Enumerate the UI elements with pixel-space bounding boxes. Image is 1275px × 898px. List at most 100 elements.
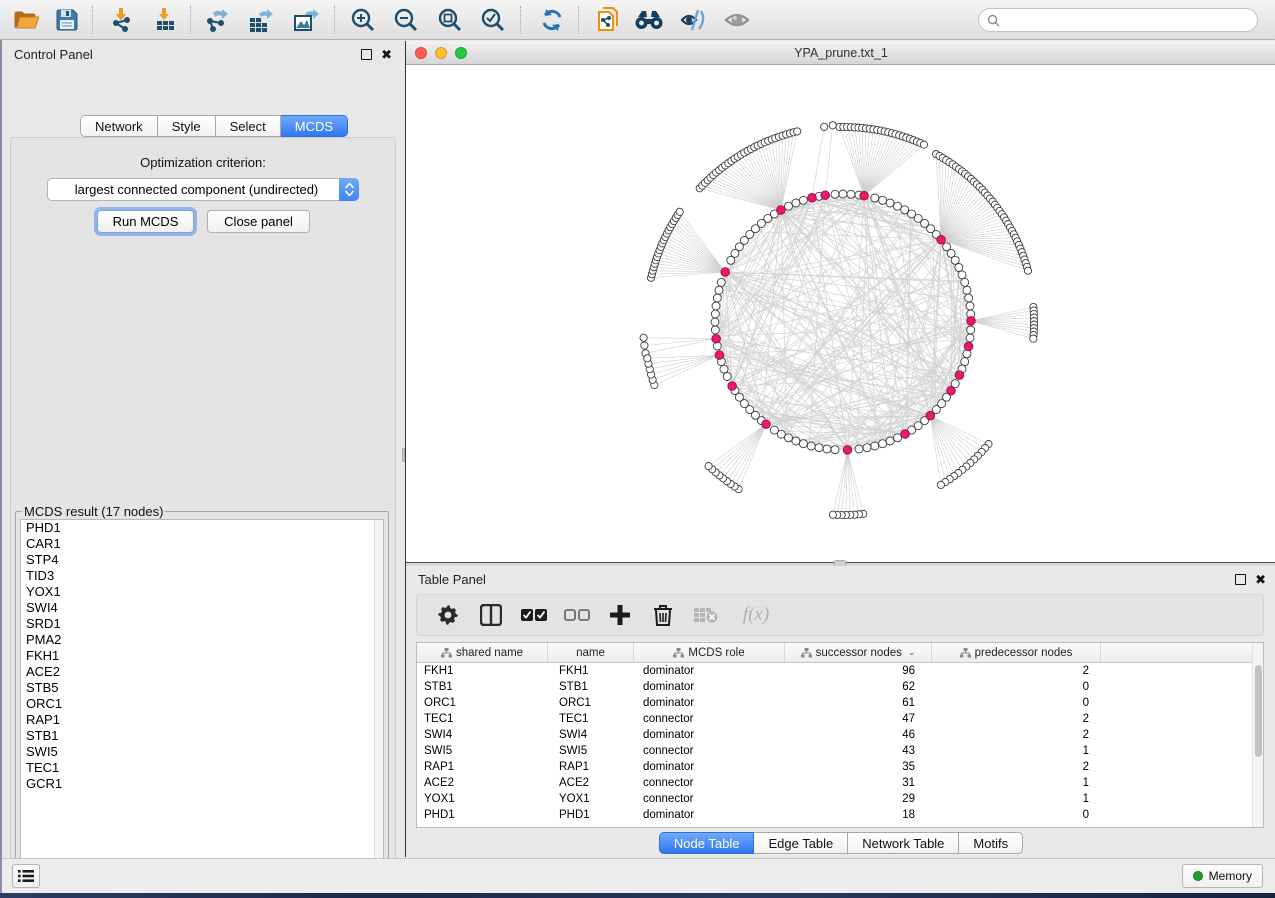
- mcds-result-item[interactable]: STP4: [21, 552, 383, 568]
- mcds-result-item[interactable]: SWI4: [21, 600, 383, 616]
- column-header-successor-nodes[interactable]: successor nodes⌄: [785, 643, 932, 662]
- binoculars-icon[interactable]: [634, 6, 664, 34]
- mcds-result-item[interactable]: GCR1: [21, 776, 383, 792]
- table-row[interactable]: FKH1FKH1dominator962: [417, 663, 1263, 679]
- memory-button[interactable]: Memory: [1182, 864, 1263, 888]
- mcds-result-item[interactable]: SWI5: [21, 744, 383, 760]
- mcds-list-scrollbar[interactable]: [374, 520, 383, 870]
- mcds-result-item[interactable]: YOX1: [21, 584, 383, 600]
- mcds-result-item[interactable]: PHD1: [21, 520, 383, 536]
- import-network-icon[interactable]: [107, 6, 137, 34]
- zoom-out-icon[interactable]: [391, 6, 421, 34]
- table-cell: SWI4: [417, 729, 548, 741]
- table-cell: dominator: [634, 761, 785, 773]
- column-header-name[interactable]: name: [548, 643, 634, 662]
- zoom-fit-icon[interactable]: [435, 6, 465, 34]
- save-icon[interactable]: [52, 6, 82, 34]
- function-icon: f(x): [736, 602, 776, 628]
- tab-network-table[interactable]: Network Table: [848, 832, 959, 854]
- table-cell: YOX1: [417, 793, 548, 805]
- close-panel-icon[interactable]: ✖: [381, 48, 392, 61]
- zoom-in-icon[interactable]: [348, 6, 378, 34]
- table-row[interactable]: STB1STB1dominator620: [417, 679, 1263, 695]
- mcds-result-item[interactable]: CAR1: [21, 536, 383, 552]
- mcds-tab-content: Optimization criterion: largest connecte…: [10, 137, 396, 895]
- table-cell: dominator: [634, 809, 785, 821]
- mcds-result-item[interactable]: STB1: [21, 728, 383, 744]
- show-eye-icon[interactable]: [722, 6, 752, 34]
- import-table-icon[interactable]: [150, 6, 180, 34]
- mcds-result-item[interactable]: RAP1: [21, 712, 383, 728]
- mcds-result-title: MCDS result (17 nodes): [22, 504, 165, 519]
- node-table-header: shared namenameMCDS rolesuccessor nodes⌄…: [417, 643, 1263, 663]
- network-canvas[interactable]: [406, 65, 1275, 562]
- close-panel-button[interactable]: Close panel: [207, 210, 310, 233]
- gear-icon[interactable]: [435, 602, 461, 628]
- table-cell: 96: [785, 665, 932, 677]
- tab-select[interactable]: Select: [216, 115, 281, 137]
- export-image-icon[interactable]: [291, 6, 321, 34]
- optimization-criterion-select[interactable]: largest connected component (undirected): [47, 178, 359, 201]
- open-folder-icon[interactable]: [11, 6, 41, 34]
- mcds-result-item[interactable]: ORC1: [21, 696, 383, 712]
- optimization-criterion-label: Optimization criterion:: [11, 155, 395, 170]
- close-table-panel-icon[interactable]: ✖: [1255, 573, 1266, 586]
- column-header-predecessor-nodes[interactable]: predecessor nodes: [932, 643, 1101, 662]
- delete-icon[interactable]: [650, 602, 676, 628]
- split-columns-icon[interactable]: [478, 602, 504, 628]
- table-row[interactable]: YOX1YOX1connector291: [417, 791, 1263, 807]
- mcds-result-item[interactable]: ACE2: [21, 664, 383, 680]
- memory-status-icon: [1193, 871, 1203, 881]
- table-cell: 43: [785, 745, 932, 757]
- select-all-icon[interactable]: [521, 602, 547, 628]
- hide-eye-icon[interactable]: [678, 6, 708, 34]
- search-input[interactable]: [978, 8, 1258, 32]
- table-row[interactable]: PHD1PHD1dominator180: [417, 807, 1263, 823]
- network-file-icon[interactable]: [594, 6, 624, 34]
- network-window: YPA_prune.txt_1: [406, 41, 1275, 563]
- mcds-result-item[interactable]: STB5: [21, 680, 383, 696]
- deselect-all-icon[interactable]: [564, 602, 590, 628]
- mcds-result-item[interactable]: PMA2: [21, 632, 383, 648]
- mcds-result-list[interactable]: PHD1CAR1STP4TID3YOX1SWI4SRD1PMA2FKH1ACE2…: [20, 519, 384, 871]
- zoom-selected-icon[interactable]: [478, 6, 508, 34]
- table-row[interactable]: TEC1TEC1connector472: [417, 711, 1263, 727]
- table-cell: TEC1: [417, 713, 548, 725]
- mcds-result-item[interactable]: TEC1: [21, 760, 383, 776]
- column-header-shared-name[interactable]: shared name: [417, 643, 548, 662]
- table-cell: RAP1: [548, 761, 634, 773]
- tab-motifs[interactable]: Motifs: [959, 832, 1023, 854]
- column-header-MCDS-role[interactable]: MCDS role: [634, 643, 785, 662]
- run-mcds-button[interactable]: Run MCDS: [97, 210, 194, 233]
- memory-label: Memory: [1209, 869, 1252, 883]
- table-row[interactable]: SWI4SWI4dominator462: [417, 727, 1263, 743]
- table-row[interactable]: RAP1RAP1dominator352: [417, 759, 1263, 775]
- table-scrollbar-thumb[interactable]: [1255, 665, 1262, 757]
- table-row[interactable]: ACE2ACE2connector311: [417, 775, 1263, 791]
- tab-style[interactable]: Style: [158, 115, 216, 137]
- mcds-result-item[interactable]: SRD1: [21, 616, 383, 632]
- tab-network[interactable]: Network: [80, 115, 158, 137]
- export-table-icon[interactable]: [246, 6, 276, 34]
- tab-edge-table[interactable]: Edge Table: [754, 832, 848, 854]
- task-history-button[interactable]: [12, 864, 40, 888]
- network-graph[interactable]: [406, 65, 1274, 561]
- table-scrollbar[interactable]: [1252, 643, 1263, 827]
- toolbar-separator: [92, 6, 93, 34]
- table-row[interactable]: SWI5SWI5connector431: [417, 743, 1263, 759]
- desktop-background: [0, 893, 1275, 898]
- table-row[interactable]: ORC1ORC1dominator610: [417, 695, 1263, 711]
- mcds-result-item[interactable]: TID3: [21, 568, 383, 584]
- network-window-titlebar[interactable]: YPA_prune.txt_1: [406, 41, 1275, 65]
- add-icon[interactable]: [607, 602, 633, 628]
- float-table-panel-icon[interactable]: [1235, 574, 1246, 585]
- vertical-splitter-handle[interactable]: [402, 448, 405, 462]
- tab-node-table[interactable]: Node Table: [659, 832, 755, 854]
- table-cell: 2: [932, 761, 1101, 773]
- float-panel-icon[interactable]: [361, 49, 372, 60]
- export-network-icon[interactable]: [202, 6, 232, 34]
- tab-mcds[interactable]: MCDS: [281, 115, 348, 137]
- toolbar-separator: [520, 6, 521, 34]
- mcds-result-item[interactable]: FKH1: [21, 648, 383, 664]
- refresh-icon[interactable]: [537, 6, 567, 34]
